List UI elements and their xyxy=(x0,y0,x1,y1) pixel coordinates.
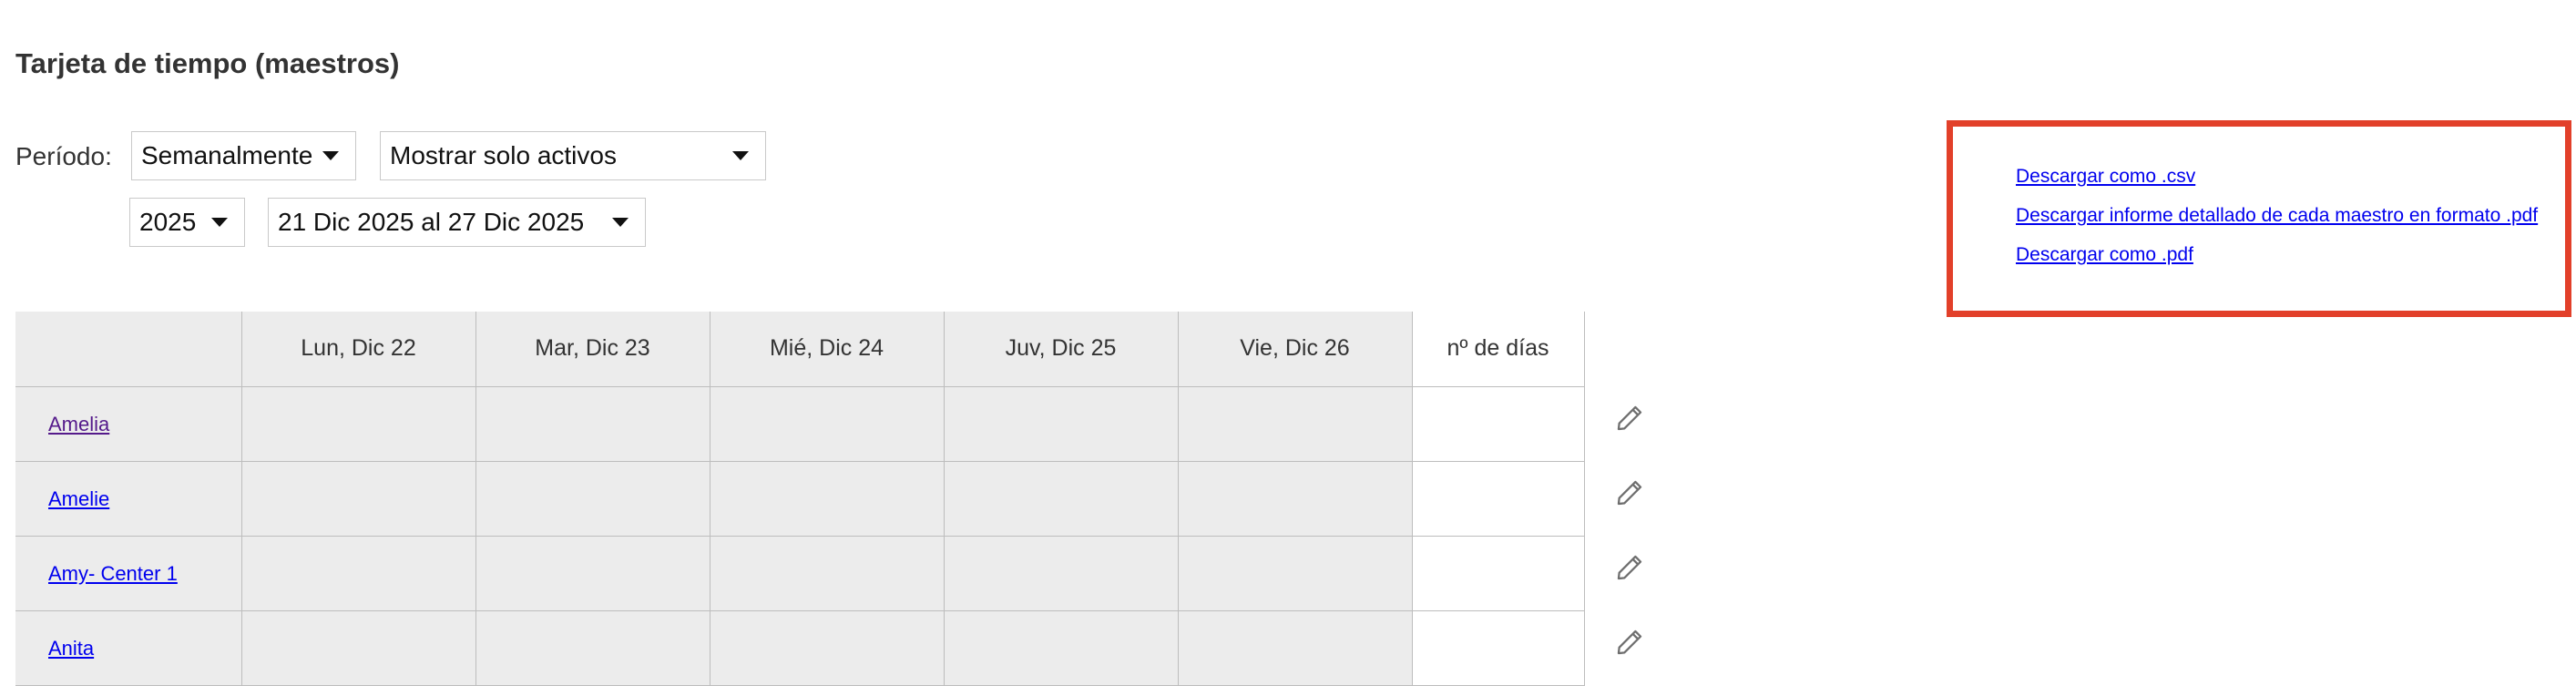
column-header-day: Mar, Dic 23 xyxy=(475,312,710,387)
pencil-icon[interactable] xyxy=(1614,403,1645,434)
day-cell xyxy=(709,385,945,462)
day-cell xyxy=(943,385,1179,462)
period-label: Período: xyxy=(15,142,112,170)
day-cell xyxy=(709,609,945,686)
status-select[interactable]: Mostrar solo activos xyxy=(380,131,766,180)
day-cell xyxy=(709,535,945,611)
teacher-link[interactable]: Anita xyxy=(48,637,94,660)
status-value: Mostrar solo activos xyxy=(390,141,617,169)
frequency-select[interactable]: Semanalmente xyxy=(131,131,356,180)
year-value: 2025 xyxy=(139,208,197,236)
teacher-link[interactable]: Amelia xyxy=(48,413,109,435)
days-count-cell xyxy=(1411,609,1585,686)
day-cell xyxy=(240,609,476,686)
download-detailed-pdf-link[interactable]: Descargar informe detallado de cada maes… xyxy=(2016,205,2538,227)
day-cell xyxy=(240,460,476,537)
day-cell xyxy=(475,535,710,611)
day-cell xyxy=(943,609,1179,686)
column-header-day: Vie, Dic 26 xyxy=(1177,312,1413,387)
chevron-down-icon xyxy=(211,218,228,227)
table-row: Amy- Center 1 xyxy=(15,535,1585,611)
teacher-name-cell: Anita xyxy=(15,609,242,686)
day-cell xyxy=(1177,609,1413,686)
teacher-name-cell: Amy- Center 1 xyxy=(15,535,242,611)
week-range-select[interactable]: 21 Dic 2025 al 27 Dic 2025 xyxy=(268,198,646,247)
table-header-row: Lun, Dic 22 Mar, Dic 23 Mié, Dic 24 Juv,… xyxy=(15,312,1585,387)
day-cell xyxy=(240,385,476,462)
day-cell xyxy=(943,460,1179,537)
pencil-icon[interactable] xyxy=(1614,627,1645,658)
frequency-value: Semanalmente xyxy=(141,141,313,169)
day-cell xyxy=(475,385,710,462)
download-csv-link[interactable]: Descargar como .csv xyxy=(2016,166,2195,188)
day-cell xyxy=(475,460,710,537)
chevron-down-icon xyxy=(322,151,339,160)
pencil-icon[interactable] xyxy=(1614,477,1645,508)
column-header-day: Mié, Dic 24 xyxy=(709,312,945,387)
timecard-table: Lun, Dic 22 Mar, Dic 23 Mié, Dic 24 Juv,… xyxy=(15,312,1585,686)
chevron-down-icon xyxy=(732,151,749,160)
column-header-name xyxy=(15,312,242,387)
day-cell xyxy=(1177,535,1413,611)
teacher-link[interactable]: Amy- Center 1 xyxy=(48,562,178,585)
days-count-cell xyxy=(1411,460,1585,537)
teacher-link[interactable]: Amelie xyxy=(48,487,109,510)
day-cell xyxy=(475,609,710,686)
pencil-icon[interactable] xyxy=(1614,552,1645,583)
day-cell xyxy=(1177,460,1413,537)
day-cell xyxy=(1177,385,1413,462)
day-cell xyxy=(943,535,1179,611)
page-title: Tarjeta de tiempo (maestros) xyxy=(15,47,400,79)
table-row: Amelie xyxy=(15,460,1585,537)
teacher-name-cell: Amelia xyxy=(15,385,242,462)
teacher-name-cell: Amelie xyxy=(15,460,242,537)
download-links-panel: Descargar como .csv Descargar informe de… xyxy=(1947,120,2571,317)
download-pdf-link[interactable]: Descargar como .pdf xyxy=(2016,244,2193,266)
column-header-day: Juv, Dic 25 xyxy=(943,312,1179,387)
table-row: Amelia xyxy=(15,385,1585,462)
chevron-down-icon xyxy=(612,218,629,227)
week-range-value: 21 Dic 2025 al 27 Dic 2025 xyxy=(278,208,585,236)
day-cell xyxy=(709,460,945,537)
year-select[interactable]: 2025 xyxy=(129,198,245,247)
days-count-cell xyxy=(1411,385,1585,462)
column-header-day: Lun, Dic 22 xyxy=(240,312,476,387)
table-row: Anita xyxy=(15,609,1585,686)
day-cell xyxy=(240,535,476,611)
column-header-days-count: nº de días xyxy=(1411,312,1585,387)
days-count-cell xyxy=(1411,535,1585,611)
